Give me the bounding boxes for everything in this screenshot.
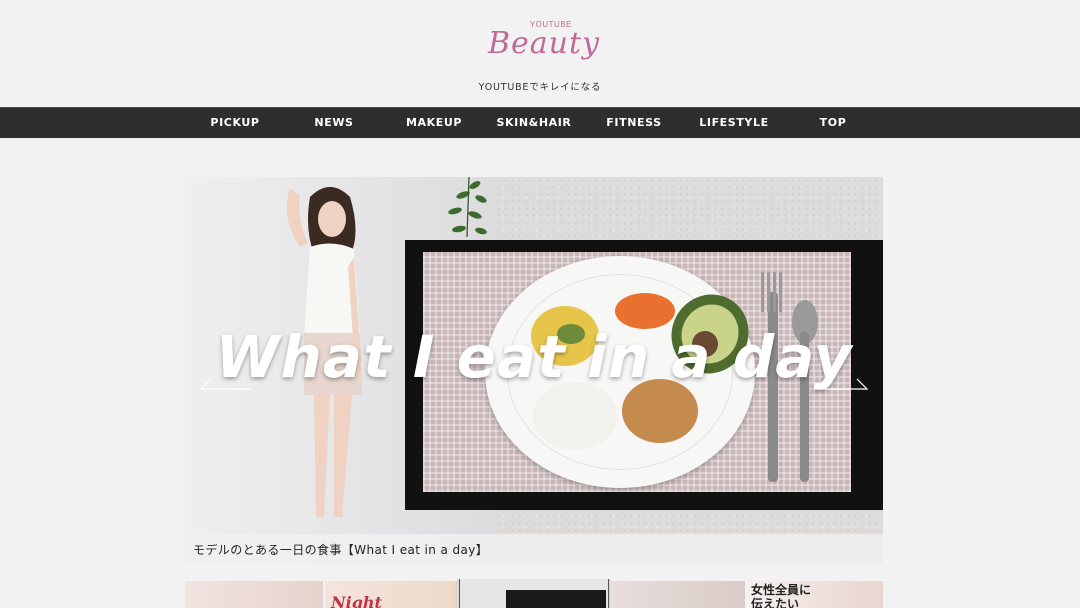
nav-item-top[interactable]: TOP xyxy=(783,108,883,138)
thumbnail-2[interactable]: Night xyxy=(325,581,457,608)
site-logo[interactable]: YOUTUBE Beauty xyxy=(486,14,599,68)
site-tagline: YOUTUBEでキレイになる xyxy=(478,82,602,93)
slide-title: What I eat in a day xyxy=(215,323,853,391)
thumbnail-strip: Night 女性全員に 伝えたい xyxy=(185,579,883,608)
nav-item-lifestyle[interactable]: LIFESTYLE xyxy=(684,108,784,138)
nav-item-news[interactable]: NEWS xyxy=(284,108,384,138)
logo-beauty-text: Beauty xyxy=(488,26,601,61)
thumbnail-3-active[interactable] xyxy=(459,579,609,608)
arrow-right-icon[interactable] xyxy=(817,377,871,391)
thumbnail-5[interactable]: 女性全員に 伝えたい xyxy=(747,581,883,608)
thumbnail-1[interactable] xyxy=(185,581,323,608)
plant-image xyxy=(448,177,487,237)
nav-item-pickup[interactable]: PICKUP xyxy=(185,108,285,138)
nav-item-fitness[interactable]: FITNESS xyxy=(584,108,684,138)
slide-caption: モデルのとある一日の食事【What I eat in a day】 xyxy=(193,543,489,557)
thumbnail-4[interactable] xyxy=(611,581,745,608)
nav-item-skin-hair[interactable]: SKIN&HAIR xyxy=(484,108,584,138)
slide-caption-bar[interactable]: モデルのとある一日の食事【What I eat in a day】 xyxy=(185,534,883,564)
arrow-left-icon[interactable] xyxy=(197,377,251,391)
nav-item-makeup[interactable]: MAKEUP xyxy=(384,108,484,138)
hero-slider[interactable]: What I eat in a day モデルのとある一日の食事【What I … xyxy=(185,177,883,564)
main-nav: PICKUP NEWS MAKEUP SKIN&HAIR FITNESS LIF… xyxy=(0,107,1080,138)
